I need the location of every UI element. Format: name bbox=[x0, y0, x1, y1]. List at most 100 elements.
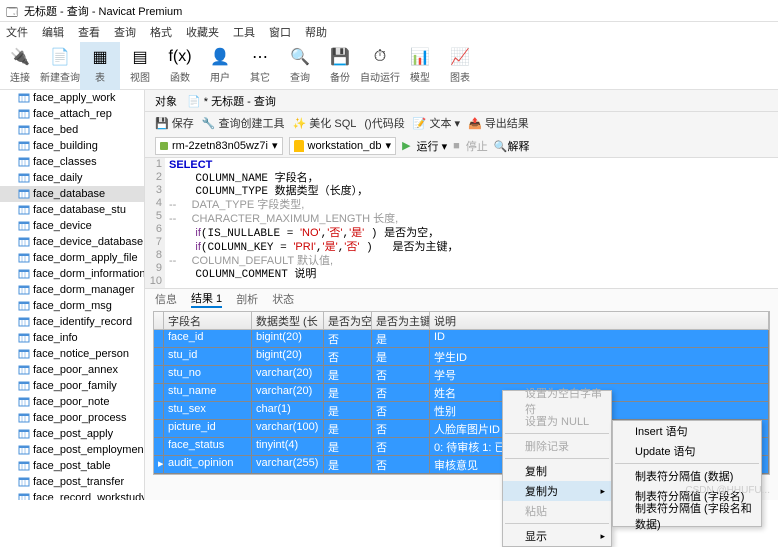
db-combo[interactable]: workstation_db ▾ bbox=[289, 137, 397, 155]
tab-status[interactable]: 状态 bbox=[272, 291, 294, 307]
cell[interactable]: 否 bbox=[372, 402, 430, 420]
sidebar-item-face_building[interactable]: face_building bbox=[0, 138, 144, 154]
cell[interactable]: varchar(20) bbox=[252, 384, 324, 402]
tool-函数[interactable]: f(x)函数 bbox=[160, 42, 200, 90]
menu-fav[interactable]: 收藏夹 bbox=[186, 24, 219, 40]
ctx-tsv-data[interactable]: 制表符分隔值 (数据) bbox=[613, 466, 761, 486]
col-header[interactable]: 说明 bbox=[430, 312, 769, 330]
run-icon[interactable]: ▶ bbox=[402, 139, 410, 152]
sql-text[interactable]: SELECT COLUMN_NAME 字段名， COLUMN_TYPE 数据类型… bbox=[165, 158, 778, 288]
sidebar-item-face_info[interactable]: face_info bbox=[0, 330, 144, 346]
tab-objects[interactable]: 对象 bbox=[155, 93, 177, 109]
cell[interactable]: 否 bbox=[324, 330, 372, 348]
cell[interactable]: 学生ID bbox=[430, 348, 769, 366]
col-header[interactable]: 字段名 bbox=[164, 312, 252, 330]
tab-query[interactable]: 📄 * 无标题 - 查询 bbox=[187, 93, 276, 109]
cell[interactable] bbox=[154, 366, 164, 384]
code-button[interactable]: ()代码段 bbox=[364, 115, 404, 131]
cell[interactable]: stu_sex bbox=[164, 402, 252, 420]
sidebar-item-face_classes[interactable]: face_classes bbox=[0, 154, 144, 170]
beautify-button[interactable]: ✨ 美化 SQL bbox=[293, 115, 357, 131]
cell[interactable] bbox=[154, 438, 164, 456]
table-row[interactable]: stu_novarchar(20)是否学号 bbox=[154, 366, 769, 384]
cell[interactable]: 是 bbox=[372, 330, 430, 348]
cell[interactable]: 是 bbox=[324, 366, 372, 384]
menu-window[interactable]: 窗口 bbox=[269, 24, 291, 40]
menu-edit[interactable]: 编辑 bbox=[42, 24, 64, 40]
tab-info[interactable]: 信息 bbox=[155, 291, 177, 307]
cell[interactable]: stu_id bbox=[164, 348, 252, 366]
menu-view[interactable]: 查看 bbox=[78, 24, 100, 40]
cell[interactable]: varchar(255) bbox=[252, 456, 324, 474]
cell[interactable] bbox=[154, 330, 164, 348]
menu-tools[interactable]: 工具 bbox=[233, 24, 255, 40]
sidebar-item-face_record_workstudy[interactable]: face_record_workstudy bbox=[0, 490, 144, 500]
cell[interactable] bbox=[154, 402, 164, 420]
cell[interactable]: picture_id bbox=[164, 420, 252, 438]
sidebar-item-face_database[interactable]: face_database bbox=[0, 186, 144, 202]
menu-query[interactable]: 查询 bbox=[114, 24, 136, 40]
ctx-paste[interactable]: 粘贴 bbox=[503, 501, 611, 521]
sidebar-item-face_device[interactable]: face_device bbox=[0, 218, 144, 234]
tool-查询[interactable]: 🔍查询 bbox=[280, 42, 320, 90]
sidebar-item-face_identify_record[interactable]: face_identify_record bbox=[0, 314, 144, 330]
ctx-display[interactable]: 显示 bbox=[503, 526, 611, 546]
cell[interactable]: 否 bbox=[372, 384, 430, 402]
cell[interactable]: 否 bbox=[372, 420, 430, 438]
menu-file[interactable]: 文件 bbox=[6, 24, 28, 40]
table-row[interactable]: stu_idbigint(20)否是学生ID bbox=[154, 348, 769, 366]
cell[interactable]: varchar(100) bbox=[252, 420, 324, 438]
server-combo[interactable]: rm-2zetn83n05wz7i ▾ bbox=[155, 137, 283, 155]
cell[interactable]: 否 bbox=[372, 438, 430, 456]
table-row[interactable]: face_idbigint(20)否是ID bbox=[154, 330, 769, 348]
sidebar-item-face_dorm_apply_file[interactable]: face_dorm_apply_file bbox=[0, 250, 144, 266]
cell[interactable]: stu_no bbox=[164, 366, 252, 384]
sidebar-item-face_poor_annex[interactable]: face_poor_annex bbox=[0, 362, 144, 378]
sql-editor[interactable]: 12345678910 SELECT COLUMN_NAME 字段名， COLU… bbox=[145, 158, 778, 289]
tool-表[interactable]: ▦表 bbox=[80, 42, 120, 90]
cell[interactable]: ID bbox=[430, 330, 769, 348]
ctx-delete[interactable]: 删除记录 bbox=[503, 436, 611, 456]
sidebar-item-face_dorm_manager[interactable]: face_dorm_manager bbox=[0, 282, 144, 298]
cell[interactable]: varchar(20) bbox=[252, 366, 324, 384]
cell[interactable]: 是 bbox=[324, 384, 372, 402]
ctx-copy-as[interactable]: 复制为 bbox=[503, 481, 611, 501]
ctx-insert-sql[interactable]: Insert 语句 bbox=[613, 421, 761, 441]
sidebar-item-face_post_employmen[interactable]: face_post_employmen bbox=[0, 442, 144, 458]
tool-自动运行[interactable]: ⏱自动运行 bbox=[360, 42, 400, 90]
cell[interactable]: 是 bbox=[324, 420, 372, 438]
export-button[interactable]: 📤 导出结果 bbox=[468, 115, 529, 131]
cell[interactable]: face_id bbox=[164, 330, 252, 348]
cell[interactable]: bigint(20) bbox=[252, 348, 324, 366]
col-header[interactable]: 数据类型 (长 bbox=[252, 312, 324, 330]
sidebar-item-face_device_database[interactable]: face_device_database bbox=[0, 234, 144, 250]
cell[interactable] bbox=[154, 420, 164, 438]
context-menu[interactable]: 设置为空白字串符 设置为 NULL 删除记录 复制 复制为 粘贴 显示 bbox=[502, 390, 612, 547]
cell[interactable]: 是 bbox=[372, 348, 430, 366]
col-header[interactable] bbox=[154, 312, 164, 330]
cell[interactable]: char(1) bbox=[252, 402, 324, 420]
cell[interactable]: stu_name bbox=[164, 384, 252, 402]
sidebar-item-face_apply_work[interactable]: face_apply_work bbox=[0, 90, 144, 106]
sidebar-item-face_database_stu[interactable]: face_database_stu bbox=[0, 202, 144, 218]
sidebar-item-face_post_apply[interactable]: face_post_apply bbox=[0, 426, 144, 442]
sidebar-item-face_bed[interactable]: face_bed bbox=[0, 122, 144, 138]
ctx-tsv-both[interactable]: 制表符分隔值 (字段名和数据) bbox=[613, 506, 761, 526]
tool-视图[interactable]: ▤视图 bbox=[120, 42, 160, 90]
sidebar-item-face_post_transfer[interactable]: face_post_transfer bbox=[0, 474, 144, 490]
cell[interactable]: 否 bbox=[372, 456, 430, 474]
cell[interactable]: tinyint(4) bbox=[252, 438, 324, 456]
cell[interactable]: 是 bbox=[324, 438, 372, 456]
context-submenu[interactable]: Insert 语句 Update 语句 制表符分隔值 (数据) 制表符分隔值 (… bbox=[612, 420, 762, 527]
ctx-copy[interactable]: 复制 bbox=[503, 461, 611, 481]
text-button[interactable]: 📝 文本 ▾ bbox=[413, 115, 460, 131]
tool-用户[interactable]: 👤用户 bbox=[200, 42, 240, 90]
cell[interactable]: 是 bbox=[324, 402, 372, 420]
cell[interactable]: 是 bbox=[324, 456, 372, 474]
table-row[interactable]: stu_namevarchar(20)是否姓名 bbox=[154, 384, 769, 402]
save-button[interactable]: 💾 保存 bbox=[155, 115, 194, 131]
cell[interactable]: audit_opinion bbox=[164, 456, 252, 474]
explain-button[interactable]: 🔍解释 bbox=[494, 138, 530, 154]
ctx-set-null[interactable]: 设置为 NULL bbox=[503, 411, 611, 431]
run-button[interactable]: 运行 ▾ bbox=[417, 138, 448, 154]
